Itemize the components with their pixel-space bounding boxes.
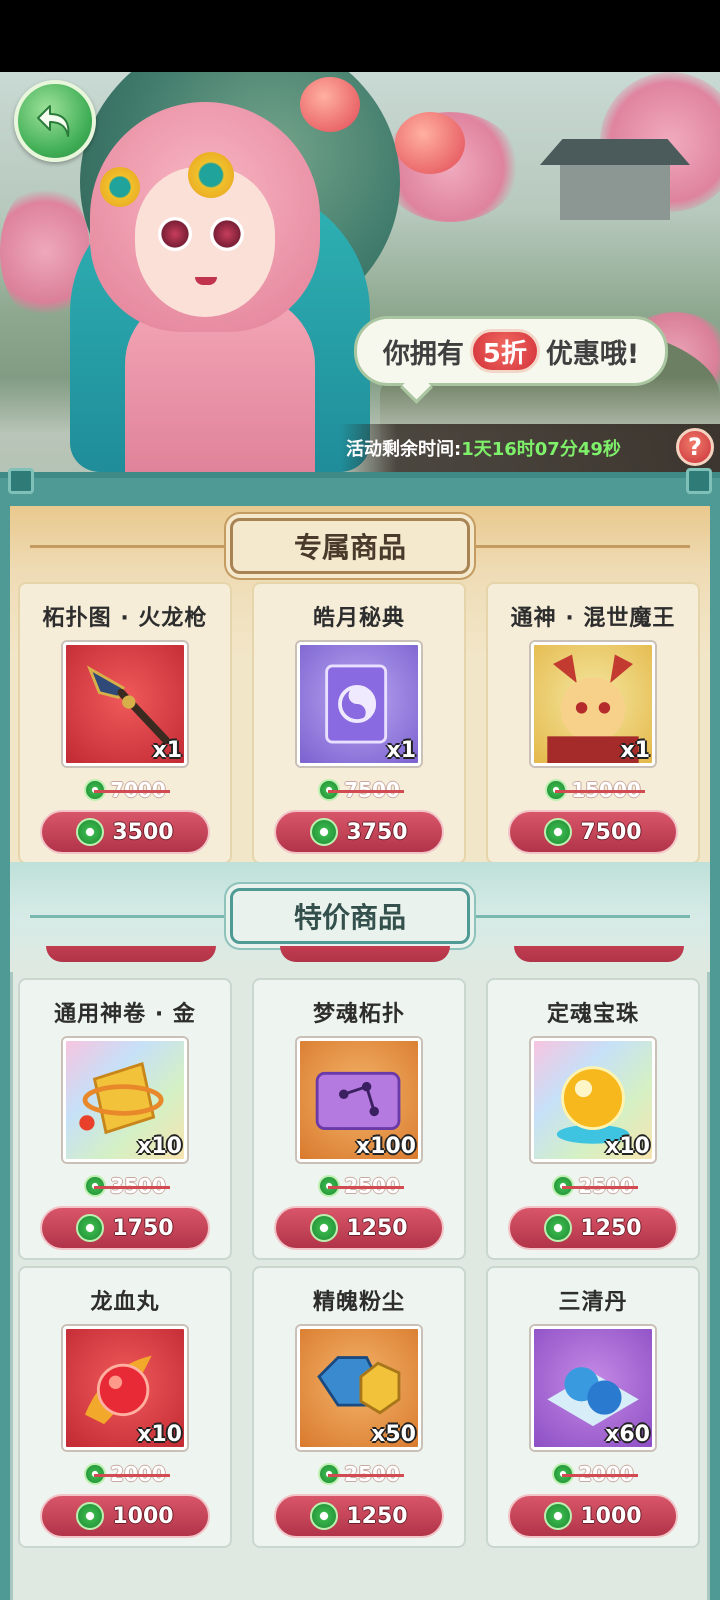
discount-suffix: 优惠哦!: [545, 338, 640, 370]
item-image: x100: [297, 1038, 421, 1162]
back-button[interactable]: [14, 80, 96, 162]
item-quantity: x100: [355, 1134, 416, 1159]
jade-coin-icon: [544, 818, 573, 846]
buy-button[interactable]: 3750: [274, 810, 444, 854]
item-name: 柘扑图 · 火龙枪: [42, 606, 208, 631]
timer-label: 活动剩余时间:: [346, 439, 462, 460]
original-price: 7000: [84, 778, 170, 802]
item-quantity: x50: [371, 1422, 416, 1447]
sale-price: 1250: [346, 1503, 408, 1529]
buy-button[interactable]: 7500: [508, 810, 678, 854]
scrolled-price-button: [46, 946, 216, 962]
event-timer: 活动剩余时间: 1天16时07分49秒 ?: [340, 424, 720, 472]
buy-button[interactable]: 1750: [40, 1206, 210, 1250]
sale-price: 1250: [580, 1215, 642, 1241]
item-image: x1: [531, 642, 655, 766]
help-button[interactable]: ?: [676, 428, 714, 466]
item-name: 通用神卷 · 金: [54, 1002, 196, 1027]
shop-card[interactable]: 柘扑图 · 火龙枪 x1 7000 3500: [18, 582, 232, 864]
temple-illustration: [540, 127, 690, 222]
original-price: 2500: [318, 1462, 404, 1486]
panel-corner-stud: [686, 468, 712, 494]
discount-badge: 5折: [469, 329, 540, 373]
scrolled-price-button: [280, 946, 450, 962]
item-image: x60: [531, 1326, 655, 1450]
exclusive-section-title: 专属商品: [230, 518, 470, 574]
jade-coin-icon: [310, 1502, 339, 1530]
shop-card[interactable]: 通神 · 混世魔王 x1 15000 7500: [486, 582, 700, 864]
buy-button[interactable]: 1250: [274, 1494, 444, 1538]
original-price: 2500: [552, 1174, 638, 1198]
sale-price: 3500: [112, 819, 174, 845]
item-name: 精魄粉尘: [312, 1290, 405, 1315]
shop-card[interactable]: 三清丹 x60 2000 1000: [486, 1266, 700, 1548]
jade-coin-icon: [310, 818, 339, 846]
item-quantity: x10: [137, 1134, 182, 1159]
item-quantity: x1: [620, 738, 651, 763]
item-quantity: x60: [605, 1422, 650, 1447]
sale-price: 7500: [580, 819, 642, 845]
original-price: 3500: [84, 1174, 170, 1198]
back-arrow-icon: [37, 105, 70, 137]
jade-coin-icon: [76, 1214, 105, 1242]
item-image: x50: [297, 1326, 421, 1450]
panel-corner-stud: [8, 468, 34, 494]
buy-button[interactable]: 1250: [508, 1206, 678, 1250]
section-divider: [30, 545, 230, 548]
sale-price: 1250: [346, 1215, 408, 1241]
status-bar: [0, 0, 720, 72]
item-image: x10: [63, 1038, 187, 1162]
jade-coin-icon: [76, 818, 105, 846]
discount-prefix: 你拥有: [382, 338, 464, 370]
item-quantity: x10: [137, 1422, 182, 1447]
section-divider: [470, 545, 690, 548]
item-name: 通神 · 混世魔王: [510, 606, 676, 631]
original-price: 2000: [84, 1462, 170, 1486]
item-image: x1: [63, 642, 187, 766]
discount-speech-bubble: 你拥有 5折 优惠哦!: [354, 316, 668, 386]
shop-card[interactable]: 龙血丸 x10 2000 1000: [18, 1266, 232, 1548]
item-name: 定魂宝珠: [546, 1002, 639, 1027]
item-quantity: x10: [605, 1134, 650, 1159]
shop-panel: 专属商品 柘扑图 · 火龙枪 x1 7000 3500 皓月秘典 x1 7500…: [0, 468, 720, 1600]
item-image: x10: [63, 1326, 187, 1450]
section-divider: [30, 915, 230, 918]
shop-card[interactable]: 通用神卷 · 金 x10 3500 1750: [18, 978, 232, 1260]
shop-card[interactable]: 梦魂柘扑 x100 2500 1250: [252, 978, 466, 1260]
sale-price: 1750: [112, 1215, 174, 1241]
item-image: x1: [297, 642, 421, 766]
item-name: 皓月秘典: [312, 606, 405, 631]
section-divider: [470, 915, 690, 918]
sale-price: 1000: [112, 1503, 174, 1529]
event-banner: 你拥有 5折 优惠哦!: [0, 72, 720, 472]
special-section-title: 特价商品: [230, 888, 470, 944]
buy-button[interactable]: 1250: [274, 1206, 444, 1250]
shop-card[interactable]: 精魄粉尘 x50 2500 1250: [252, 1266, 466, 1548]
sale-price: 3750: [346, 819, 408, 845]
item-quantity: x1: [386, 738, 417, 763]
original-price: 15000: [545, 778, 645, 802]
original-price: 2000: [552, 1462, 638, 1486]
buy-button[interactable]: 3500: [40, 810, 210, 854]
item-image: x10: [531, 1038, 655, 1162]
item-name: 龙血丸: [90, 1290, 160, 1315]
jade-coin-icon: [310, 1214, 339, 1242]
item-name: 梦魂柘扑: [312, 1002, 405, 1027]
original-price: 7500: [318, 778, 404, 802]
jade-coin-icon: [76, 1502, 105, 1530]
buy-button[interactable]: 1000: [508, 1494, 678, 1538]
timer-value: 1天16时07分49秒: [461, 439, 621, 460]
jade-coin-icon: [544, 1502, 573, 1530]
original-price: 2500: [318, 1174, 404, 1198]
scrolled-price-button: [514, 946, 684, 962]
question-icon: ?: [688, 433, 702, 461]
shop-card[interactable]: 皓月秘典 x1 7500 3750: [252, 582, 466, 864]
item-name: 三清丹: [558, 1290, 628, 1315]
sale-price: 1000: [580, 1503, 642, 1529]
item-quantity: x1: [152, 738, 183, 763]
buy-button[interactable]: 1000: [40, 1494, 210, 1538]
shop-card[interactable]: 定魂宝珠 x10 2500 1250: [486, 978, 700, 1260]
jade-coin-icon: [544, 1214, 573, 1242]
